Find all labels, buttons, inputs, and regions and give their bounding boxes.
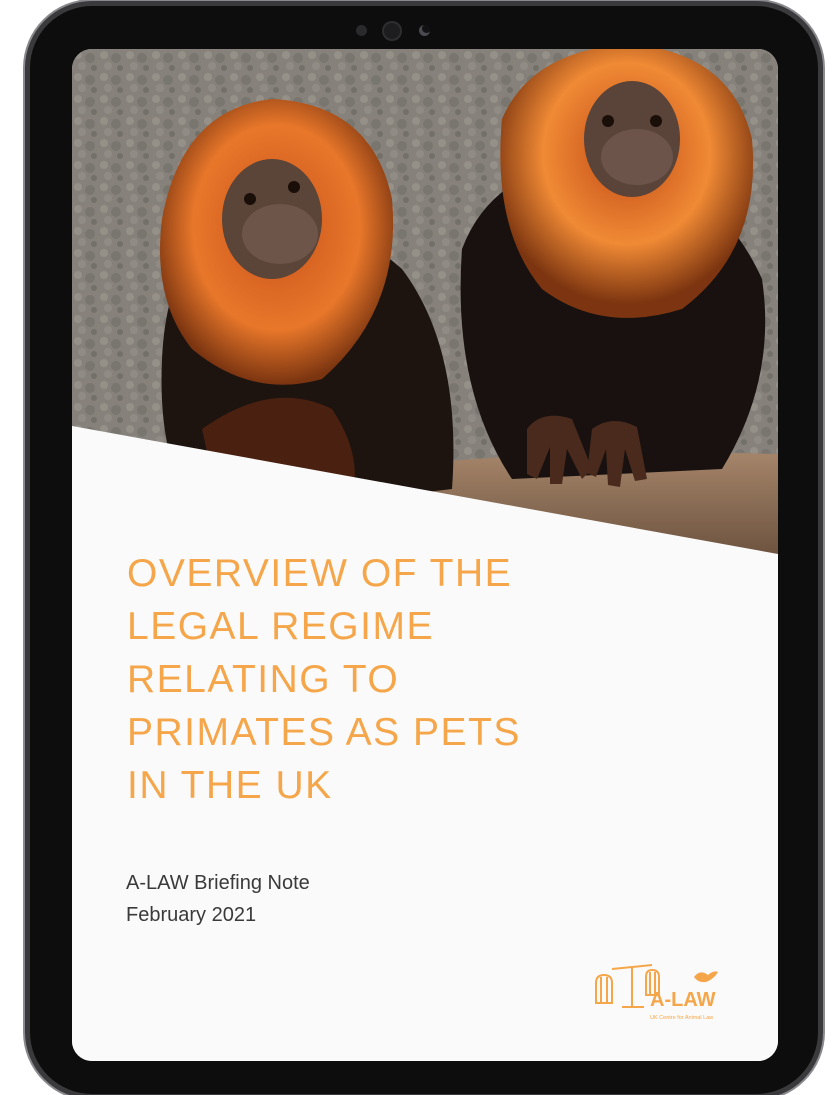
logo-wordmark: A-LAW	[650, 989, 716, 1011]
title-line: OVERVIEW OF THE	[127, 552, 513, 595]
bird-icon	[694, 971, 718, 983]
logo-tagline: UK Centre for Animal Law	[650, 1015, 713, 1021]
camera-sensor-icon	[356, 25, 367, 36]
document-subtitle: A-LAW Briefing Note	[126, 872, 310, 894]
device-volume-up-button	[818, 92, 824, 142]
camera-lens-icon	[382, 21, 402, 41]
a-law-scales-logo: A-LAW UK Centre for Animal Law	[595, 964, 718, 1021]
title-line: RELATING TO	[127, 658, 400, 701]
document-title: OVERVIEW OF THE LEGAL REGIME RELATING TO…	[127, 547, 687, 812]
document-date: February 2021	[126, 904, 257, 926]
title-line: PRIMATES AS PETS	[127, 711, 521, 754]
device-volume-down-button	[818, 150, 824, 198]
tablet-screen: OVERVIEW OF THE LEGAL REGIME RELATING TO…	[72, 49, 778, 1061]
document-meta: A-LAW Briefing Note February 2021	[126, 867, 310, 931]
camera-flash-icon	[419, 25, 430, 36]
title-line: IN THE UK	[127, 764, 333, 807]
title-line: LEGAL REGIME	[127, 605, 434, 648]
